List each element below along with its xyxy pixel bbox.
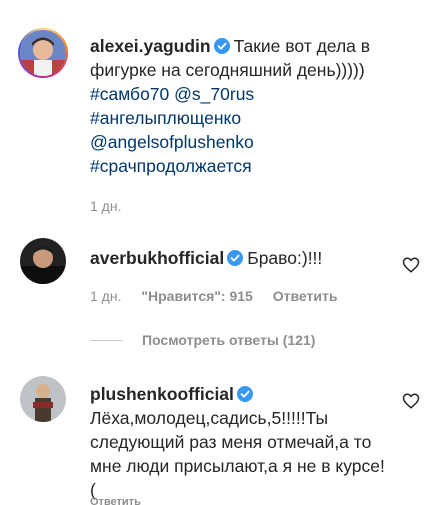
hashtag-link[interactable]: #ангелыплющенко (90, 108, 241, 128)
post-time[interactable]: 1 дн. (90, 198, 121, 214)
replies-divider (90, 340, 122, 341)
comment-text: Лёха,молодец,садись,5!!!!!Ты следующий р… (90, 408, 385, 500)
post-meta: 1 дн. (90, 198, 137, 214)
post-caption: alexei.yagudin Такие вот дела в фигурке н… (18, 28, 420, 220)
view-replies-label: Посмотреть ответы (121) (142, 332, 316, 348)
comment-meta: Ответить (90, 496, 157, 505)
verified-icon (227, 250, 244, 266)
comment-meta: 1 дн. "Нравится": 915 Ответить (90, 288, 353, 304)
hashtag-link[interactable]: #срачпродолжается (90, 156, 252, 176)
comment-averbukh: averbukhofficial Браво:)!!! 1 дн. "Нравит… (20, 238, 420, 353)
view-replies-button[interactable]: Посмотреть ответы (121) (90, 332, 315, 348)
likes-count[interactable]: "Нравится": 915 (141, 288, 252, 304)
comment-text: Браво:)!!! (247, 248, 323, 268)
comment-username[interactable]: averbukhofficial (90, 248, 224, 268)
reply-button[interactable]: Ответить (90, 496, 141, 505)
avatar-averbukh[interactable] (20, 238, 66, 284)
verified-icon (213, 38, 230, 54)
heart-icon[interactable] (402, 256, 420, 274)
avatar-alexei[interactable] (20, 30, 66, 76)
mention-link[interactable]: @angelsofplushenko (90, 132, 254, 152)
heart-icon[interactable] (402, 392, 420, 410)
comment-plushenko: plushenkoofficial Лёха,молодец,садись,5!… (20, 376, 420, 505)
post-username[interactable]: alexei.yagudin (90, 36, 211, 56)
reply-button[interactable]: Ответить (273, 288, 338, 304)
comment-username[interactable]: plushenkoofficial (90, 384, 234, 404)
avatar-plushenko[interactable] (20, 376, 66, 422)
verified-icon (236, 386, 253, 402)
comment-time[interactable]: 1 дн. (90, 288, 121, 304)
hashtag-link[interactable]: #самбо70 (90, 84, 169, 104)
mention-link[interactable]: @s_70rus (174, 84, 254, 104)
